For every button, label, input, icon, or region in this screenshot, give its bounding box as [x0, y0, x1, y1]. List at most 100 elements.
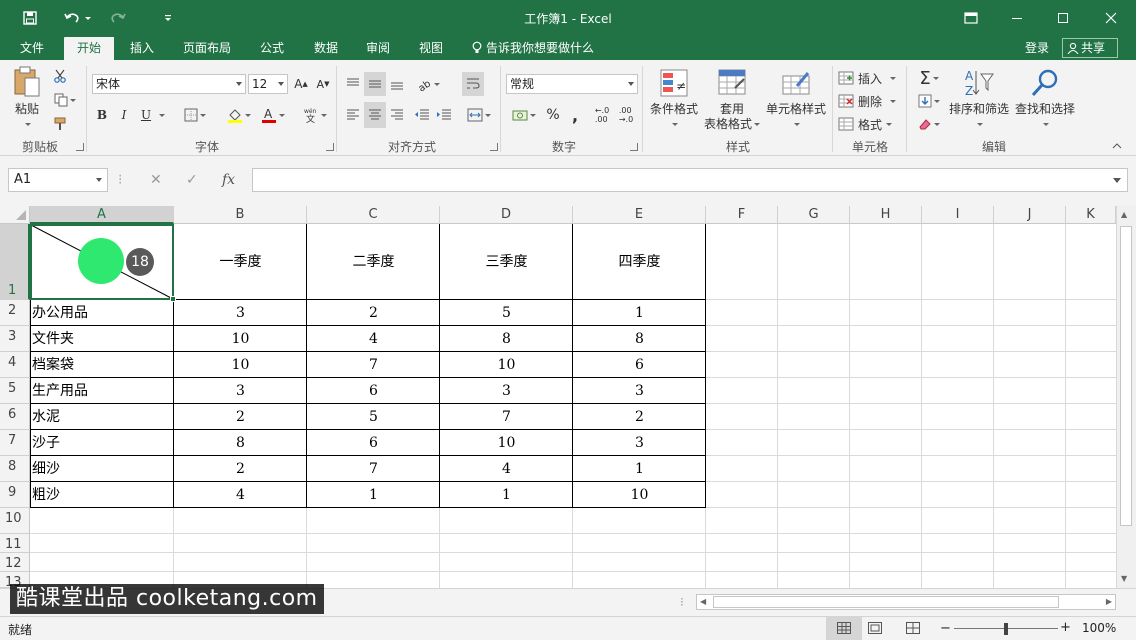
comma-style-icon[interactable]: , [566, 104, 584, 126]
increase-decimal-icon[interactable]: ←.0.00 [592, 104, 612, 126]
row-label-cell[interactable]: 粗沙 [30, 482, 174, 508]
zoom-out-icon[interactable]: − [940, 621, 951, 636]
table-value-cell[interactable]: 10 [440, 352, 573, 378]
scroll-left-icon[interactable]: ◀ [700, 597, 706, 606]
increase-indent-icon[interactable] [434, 104, 454, 126]
underline-button[interactable]: U [138, 104, 154, 126]
vertical-scroll-thumb[interactable] [1120, 226, 1132, 526]
fill-color-icon[interactable] [222, 104, 256, 126]
align-left-icon[interactable] [344, 104, 362, 126]
login-link[interactable]: 登录 [1025, 36, 1049, 60]
phonetic-guide-icon[interactable]: wén 文 [298, 104, 332, 126]
table-header-cell[interactable]: 四季度 [573, 224, 706, 300]
table-value-cell[interactable]: 7 [440, 404, 573, 430]
align-top-icon[interactable] [344, 74, 362, 94]
collapse-ribbon-icon[interactable] [1110, 140, 1124, 152]
normal-view-button[interactable] [826, 617, 862, 640]
decrease-decimal-icon[interactable]: .00 →.0 [616, 104, 636, 126]
row-label-cell[interactable]: 水泥 [30, 404, 174, 430]
conditional-format-button[interactable]: ≠ 条件格式 [648, 68, 700, 134]
scroll-right-icon[interactable]: ▶ [1106, 597, 1112, 606]
italic-button[interactable]: I [116, 104, 132, 126]
minimize-icon[interactable] [994, 0, 1040, 36]
table-value-cell[interactable]: 5 [440, 300, 573, 326]
zoom-level[interactable]: 100% [1082, 621, 1116, 635]
row-label-cell[interactable]: 档案袋 [30, 352, 174, 378]
table-value-cell[interactable]: 3 [573, 430, 706, 456]
table-value-cell[interactable]: 8 [174, 430, 307, 456]
cancel-entry-icon[interactable]: ✕ [150, 168, 162, 192]
fill-icon[interactable] [912, 91, 946, 111]
row-label-cell[interactable]: 文件夹 [30, 326, 174, 352]
table-value-cell[interactable]: 6 [573, 352, 706, 378]
page-break-view-icon[interactable] [906, 622, 920, 637]
percent-style-icon[interactable]: % [544, 104, 562, 126]
page-layout-view-icon[interactable] [868, 622, 882, 637]
table-value-cell[interactable]: 2 [174, 404, 307, 430]
format-painter-icon[interactable] [50, 114, 70, 134]
sort-filter-button[interactable]: AZ 排序和筛选 [946, 68, 1012, 134]
underline-dropdown-icon[interactable] [156, 104, 166, 126]
orientation-icon[interactable]: ab [414, 74, 442, 94]
paste-button[interactable]: 粘贴 [10, 66, 44, 132]
worksheet-grid[interactable]: ABCDEFGHIJK 1 2 3 4 5 6 7 8 9 10 11 12 13 一季度 二季度 三季度四… [0, 206, 1136, 590]
zoom-in-icon[interactable]: + [1060, 620, 1071, 635]
column-header-a[interactable]: A [30, 206, 174, 224]
column-header-j[interactable]: J [994, 206, 1066, 224]
row-header-5[interactable]: 5 [0, 378, 30, 404]
font-color-icon[interactable]: A [256, 104, 290, 126]
wrap-text-icon[interactable] [462, 72, 484, 96]
table-value-cell[interactable]: 1 [440, 482, 573, 508]
row-label-cell[interactable]: 办公用品 [30, 300, 174, 326]
font-launcher-icon[interactable] [326, 143, 334, 151]
ribbon-display-options-icon[interactable] [948, 0, 994, 36]
copy-icon[interactable] [50, 90, 80, 110]
row-header-2[interactable]: 2 [0, 300, 30, 326]
table-value-cell[interactable]: 1 [307, 482, 440, 508]
table-value-cell[interactable]: 10 [440, 430, 573, 456]
table-value-cell[interactable]: 4 [440, 456, 573, 482]
bold-button[interactable]: B [94, 104, 110, 126]
clipboard-launcher-icon[interactable] [76, 143, 84, 151]
font-size-select[interactable]: 12 [248, 74, 288, 94]
insert-cells-button[interactable]: 插入 [838, 68, 902, 88]
table-value-cell[interactable]: 3 [174, 300, 307, 326]
row-header-12[interactable]: 12 [0, 553, 30, 572]
column-header-i[interactable]: I [922, 206, 994, 224]
column-header-e[interactable]: E [573, 206, 706, 224]
column-header-h[interactable]: H [850, 206, 922, 224]
scroll-down-icon[interactable]: ▼ [1121, 574, 1127, 583]
zoom-slider-thumb[interactable] [1004, 623, 1008, 635]
table-value-cell[interactable]: 8 [440, 326, 573, 352]
accounting-format-icon[interactable] [508, 104, 540, 126]
table-value-cell[interactable]: 5 [307, 404, 440, 430]
align-center-icon[interactable] [364, 102, 386, 128]
vertical-scrollbar[interactable]: ▲ ▼ [1116, 206, 1136, 588]
table-value-cell[interactable]: 3 [174, 378, 307, 404]
alignment-launcher-icon[interactable] [490, 143, 498, 151]
merge-center-icon[interactable] [464, 104, 494, 126]
select-all-corner[interactable] [0, 206, 30, 224]
table-value-cell[interactable]: 2 [307, 300, 440, 326]
cell-styles-button[interactable]: 单元格样式 [764, 68, 828, 134]
table-value-cell[interactable]: 3 [440, 378, 573, 404]
horizontal-scroll-thumb[interactable] [713, 596, 1059, 608]
scroll-up-icon[interactable]: ▲ [1121, 210, 1127, 219]
tell-me-search[interactable]: 告诉我你想要做什么 [472, 36, 594, 60]
formula-input[interactable] [252, 168, 1128, 192]
cut-icon[interactable] [50, 66, 70, 86]
row-header-10[interactable]: 10 [0, 508, 30, 534]
insert-function-icon[interactable]: fx [222, 168, 235, 192]
number-launcher-icon[interactable] [630, 143, 638, 151]
table-header-cell[interactable]: 三季度 [440, 224, 573, 300]
number-format-select[interactable]: 常规 [506, 74, 638, 94]
row-header-11[interactable]: 11 [0, 534, 30, 553]
row-header-1[interactable]: 1 [0, 224, 30, 300]
table-value-cell[interactable]: 10 [174, 326, 307, 352]
column-header-c[interactable]: C [307, 206, 440, 224]
font-name-select[interactable]: 宋体 [92, 74, 246, 94]
tab-page-layout[interactable]: 页面布局 [174, 36, 240, 60]
row-header-7[interactable]: 7 [0, 430, 30, 456]
tab-insert[interactable]: 插入 [118, 36, 166, 60]
row-label-cell[interactable]: 沙子 [30, 430, 174, 456]
